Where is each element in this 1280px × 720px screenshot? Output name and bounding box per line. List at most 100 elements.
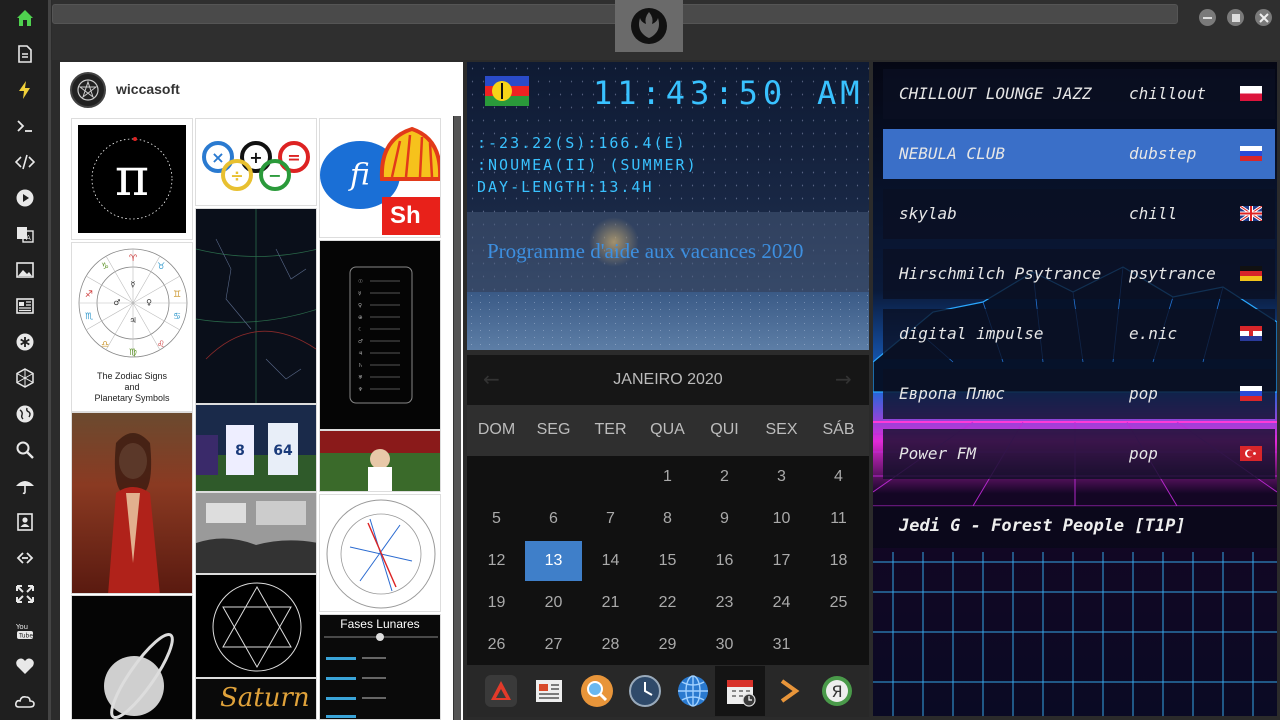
calendar-day[interactable]: 19 — [468, 583, 525, 623]
calendar-day[interactable]: 18 — [810, 541, 867, 581]
link-icon[interactable] — [12, 545, 38, 571]
terminal-icon[interactable] — [12, 113, 38, 139]
news-icon[interactable] — [12, 293, 38, 319]
calendar-day[interactable]: 22 — [639, 583, 696, 623]
asterisk-icon[interactable] — [12, 329, 38, 355]
calendar-day[interactable]: 26 — [468, 625, 525, 665]
feed-tile-moon-phases[interactable]: Fases Lunares — [319, 614, 441, 720]
umbrella-icon[interactable] — [12, 473, 38, 499]
expand-icon[interactable] — [12, 581, 38, 607]
calendar-day[interactable]: 15 — [639, 541, 696, 581]
clock-app-icon[interactable] — [628, 674, 662, 708]
feed-tile-football2[interactable] — [319, 430, 441, 492]
calendar-day[interactable]: 31 — [753, 625, 810, 665]
search-icon[interactable] — [12, 437, 38, 463]
calendar-day[interactable]: 20 — [525, 583, 582, 623]
calendar-month-title: JANEIRO 2020 — [613, 371, 723, 388]
calendar-day[interactable]: 24 — [753, 583, 810, 623]
calendar-day-today[interactable]: 13 — [525, 541, 582, 581]
browser-globe-icon[interactable] — [676, 674, 710, 708]
calendar-day[interactable]: 28 — [582, 625, 639, 665]
calendar-day[interactable]: 3 — [753, 457, 810, 497]
weekday-label: SEX — [765, 421, 798, 438]
station-row[interactable]: skylab chill — [883, 189, 1275, 239]
calendar-day[interactable]: 9 — [696, 499, 753, 539]
hexagon-icon[interactable] — [12, 365, 38, 391]
svg-text:♄: ♄ — [358, 362, 363, 369]
calendar-day[interactable]: 5 — [468, 499, 525, 539]
calendar-day[interactable]: 29 — [639, 625, 696, 665]
heart-icon[interactable] — [12, 653, 38, 679]
calendar-day[interactable]: 2 — [696, 457, 753, 497]
terminal-app-icon[interactable] — [772, 674, 806, 708]
station-row[interactable]: CHILLOUT LOUNGE JAZZ chillout — [883, 69, 1275, 119]
news-reader-icon[interactable] — [532, 674, 566, 708]
calendar-day[interactable]: 8 — [639, 499, 696, 539]
feed-tile-saturn-text[interactable]: Saturn — [195, 678, 317, 720]
feed-tile-zodiac[interactable]: ♈ ♉ ♊ ♋ ♌ ♍ ♎ ♏ ♐ ♑ ☿ ♀ ♂ ♃ The Zodiac S… — [71, 242, 193, 412]
close-button[interactable] — [1255, 9, 1272, 26]
play-icon[interactable] — [12, 185, 38, 211]
feed-tile-constellation[interactable] — [195, 208, 317, 404]
translate-icon[interactable]: A — [12, 221, 38, 247]
home-icon[interactable] — [12, 5, 38, 31]
left-dock: A You Tube — [0, 0, 48, 720]
calendar-day[interactable]: 16 — [696, 541, 753, 581]
station-row[interactable]: Power FM pop — [883, 429, 1275, 479]
feed-tile-sigil[interactable] — [195, 574, 317, 678]
calendar-day[interactable]: 7 — [582, 499, 639, 539]
calendar-day[interactable]: 6 — [525, 499, 582, 539]
feed-tile-math-rings[interactable]: × + = ÷ − — [195, 118, 317, 206]
image-icon[interactable] — [12, 257, 38, 283]
notice-text[interactable]: Programme d'aide aux vacances 2020 — [487, 239, 803, 264]
station-row[interactable]: digital impulse e.nic — [883, 309, 1275, 359]
station-genre: pop — [1129, 444, 1158, 463]
calendar-day[interactable]: 1 — [639, 457, 696, 497]
feed-tile-planet-list[interactable]: ☉ ☿ ♀ ⊕ ☾ ♂ ♃ ♄ ♅ ♆ — [319, 240, 441, 430]
feed-tile-shell[interactable]: fi Sh — [319, 118, 441, 238]
dock-scrollbar[interactable] — [48, 0, 51, 720]
calendar-day[interactable]: 25 — [810, 583, 867, 623]
station-row[interactable]: Hirschmilch Psytrance psytrance — [883, 249, 1275, 299]
lightning-icon[interactable] — [12, 77, 38, 103]
code-icon[interactable] — [12, 149, 38, 175]
youtube-icon[interactable]: You Tube — [12, 617, 38, 643]
calendar-day[interactable]: 17 — [753, 541, 810, 581]
calendar-app-icon[interactable] — [724, 674, 758, 708]
calendar-day[interactable]: 11 — [810, 499, 867, 539]
feed-tile-portrait[interactable] — [71, 412, 193, 594]
avatar[interactable] — [70, 72, 106, 108]
calendar-day[interactable]: 14 — [582, 541, 639, 581]
document-icon[interactable] — [12, 41, 38, 67]
svg-text:♀: ♀ — [146, 298, 152, 307]
photo-feed-panel: wiccasoft π ♈ ♉ ♊ ♋ ♌ ♍ ♎ ♏ ♐ ♑ ☿ ♀ ♂ ♃ … — [60, 62, 463, 720]
station-row[interactable]: Европа Плюс pop — [883, 369, 1275, 419]
maximize-button[interactable] — [1227, 9, 1244, 26]
next-month-button[interactable]: → — [835, 367, 852, 391]
feed-tile-crowd[interactable] — [195, 492, 317, 574]
calendar-day[interactable]: 21 — [582, 583, 639, 623]
globe-icon[interactable] — [12, 401, 38, 427]
yandex-browser-icon[interactable]: Я — [820, 674, 854, 708]
contact-icon[interactable] — [12, 509, 38, 535]
feed-tile-football[interactable]: 8 64 — [195, 404, 317, 492]
svg-text:♂: ♂ — [113, 298, 120, 307]
calendar-day[interactable]: 27 — [525, 625, 582, 665]
feed-tile-saturn[interactable] — [71, 595, 193, 720]
calendar-day[interactable]: 30 — [696, 625, 753, 665]
calendar-day[interactable]: 10 — [753, 499, 810, 539]
station-row[interactable]: NEBULA CLUB dubstep — [883, 129, 1275, 179]
feed-tile-pi[interactable]: π — [71, 118, 193, 240]
calendar-day[interactable]: 23 — [696, 583, 753, 623]
app-launcher-icon[interactable] — [484, 674, 518, 708]
calendar-day[interactable]: 4 — [810, 457, 867, 497]
minimize-button[interactable] — [1199, 9, 1216, 26]
search-app-icon[interactable] — [580, 674, 614, 708]
emblem-tab[interactable] — [615, 0, 683, 52]
feed-scrollbar[interactable] — [453, 116, 461, 720]
calendar-day[interactable]: 12 — [468, 541, 525, 581]
feed-tile-natal-chart[interactable] — [319, 494, 441, 612]
cloud-icon[interactable] — [12, 689, 38, 715]
svg-text:☉: ☉ — [358, 279, 363, 285]
feed-username[interactable]: wiccasoft — [116, 81, 180, 97]
